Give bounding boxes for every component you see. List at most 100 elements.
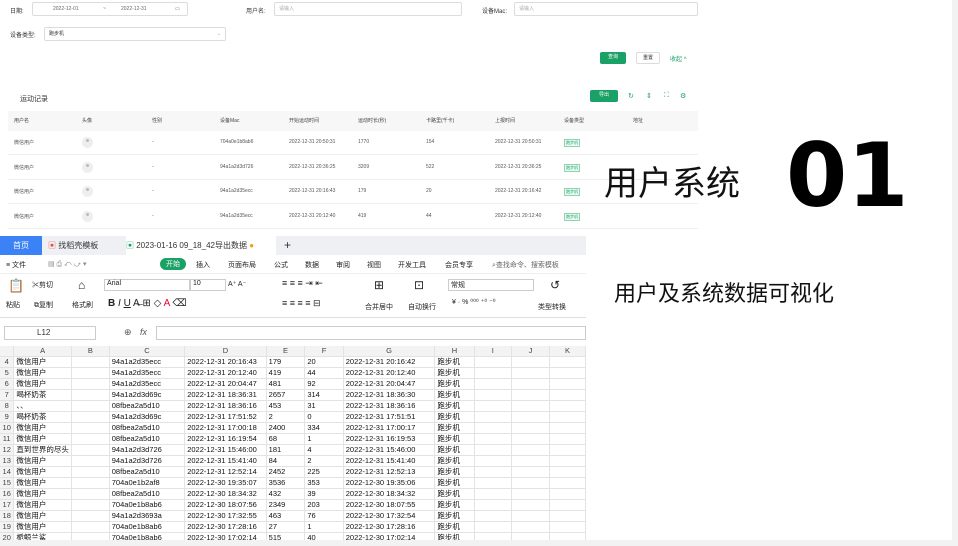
sheet-cell[interactable]: 68 [265,433,306,445]
sheet-cell[interactable]: 94a1a2d35ecc [109,378,186,390]
sheet-cell[interactable] [71,488,110,500]
sheet-cell[interactable] [511,389,550,401]
type-convert-button[interactable]: 类型转换 [538,302,566,312]
sheet-cell[interactable] [511,510,550,522]
sheet-cell[interactable]: 跑步机 [434,367,475,379]
sheet-cell[interactable] [549,400,586,412]
sheet-cell[interactable] [474,466,513,478]
align-top-icons[interactable]: ≡ ≡ ≡ ⇥ ⇤ [282,278,323,289]
sheet-cell[interactable]: 跑步机 [434,389,475,401]
sheet-cell[interactable]: 2022-12-30 18:07:55 [343,499,436,511]
sheet-cell[interactable] [71,532,110,540]
sheet-cell[interactable]: 20 [304,356,344,368]
sheet-cell[interactable]: 2022-12-30 19:35:06 [343,477,436,489]
sheet-cell[interactable]: 跑步机 [434,400,475,412]
sheet-cell[interactable]: 08fbea2a5d10 [109,422,186,434]
wrap-icon[interactable]: ⊡ [414,278,424,292]
sheet-cell[interactable] [511,499,550,511]
sheet-cell[interactable] [474,521,513,533]
sheet-cell[interactable]: 2022-12-31 17:51:51 [343,411,436,423]
sheet-cell[interactable]: 2022-12-31 15:46:00 [184,444,267,456]
sheet-cell[interactable] [474,488,513,500]
row-number[interactable]: 4 [0,356,15,368]
row-number[interactable]: 5 [0,367,15,379]
sheet-cell[interactable]: 跑步机 [434,433,475,445]
row-number[interactable]: 12 [0,444,15,456]
paste-icon[interactable]: 📋 [8,278,24,294]
menu-developer[interactable]: 开发工具 [398,260,426,270]
sheet-cell[interactable]: 2022-12-31 12:52:13 [343,466,436,478]
font-style-icons[interactable]: B I U A̶ ⊞ ◇ A ⌫ [108,298,187,309]
sheet-cell[interactable]: 463 [265,510,306,522]
menu-page-layout[interactable]: 页面布局 [228,260,256,270]
row-number[interactable]: 7 [0,389,15,401]
sheet-cell[interactable]: 2022-12-31 20:12:40 [184,367,267,379]
menu-insert[interactable]: 插入 [196,260,210,270]
sheet-cell[interactable] [549,389,586,401]
menu-member[interactable]: 会员专享 [445,260,473,270]
sheet-cell[interactable]: 跑步机 [434,356,475,368]
sheet-cell[interactable]: 39 [304,488,344,500]
select-all-corner[interactable] [0,346,15,357]
sheet-cell[interactable]: 喝杯奶茶 [13,389,72,401]
row-number[interactable]: 18 [0,510,15,522]
sheet-cell[interactable]: 704a0e1b8ab6 [109,532,186,540]
quick-toolbar-icons[interactable]: ▤ ⎙ ⤺ ⤻ ▾ [48,260,86,269]
sheet-cell[interactable]: 1 [304,433,344,445]
sheet-cell[interactable]: 微信用户 [13,433,72,445]
sheet-cell[interactable] [511,455,550,467]
sheet-cell[interactable]: 2022-12-31 16:19:54 [184,433,267,445]
sheet-cell[interactable] [511,356,550,368]
sheet-cell[interactable] [549,356,586,368]
sheet-cell[interactable]: 2022-12-31 15:41:40 [184,455,267,467]
sheet-cell[interactable] [511,433,550,445]
sheet-cell[interactable]: 94a1a2d3d726 [109,444,186,456]
sheet-cell[interactable]: 2022-12-30 18:07:56 [184,499,267,511]
sheet-cell[interactable] [549,466,586,478]
refresh-icon[interactable]: ↻ [628,92,634,100]
sheet-cell[interactable]: 栀鲸兰鲨 [13,532,72,540]
sheet-cell[interactable] [474,400,513,412]
row-number[interactable]: 20 [0,532,15,540]
sheet-cell[interactable] [511,521,550,533]
sheet-cell[interactable]: 08fbea2a5d10 [109,488,186,500]
sheet-cell[interactable]: 2022-12-30 17:28:16 [184,521,267,533]
sheet-cell[interactable]: 2022-12-31 20:04:47 [343,378,436,390]
sheet-cell[interactable] [71,521,110,533]
sheet-cell[interactable]: 2022-12-30 17:32:54 [343,510,436,522]
sheet-cell[interactable] [549,367,586,379]
row-number[interactable]: 19 [0,521,15,533]
sheet-cell[interactable] [474,532,513,540]
column-header[interactable]: D [184,346,267,357]
cut-button[interactable]: ✂剪切 [32,280,53,290]
sheet-cell[interactable]: 31 [304,400,344,412]
row-number[interactable]: 15 [0,477,15,489]
query-button[interactable]: 查询 [600,52,626,64]
sheet-cell[interactable]: 跑步机 [434,455,475,467]
menu-data[interactable]: 数据 [305,260,319,270]
sheet-cell[interactable]: 2022-12-31 12:52:14 [184,466,267,478]
sheet-cell[interactable] [511,367,550,379]
menu-start[interactable]: 开始 [160,258,186,270]
sheet-cell[interactable]: 微信用户 [13,378,72,390]
sheet-cell[interactable]: 334 [304,422,344,434]
sheet-cell[interactable]: 跑步机 [434,521,475,533]
date-range-picker[interactable]: 2022-12-01 ~ 2022-12-31 ▭ [32,2,188,16]
sheet-cell[interactable]: 2 [265,411,306,423]
user-input[interactable]: 请输入 [274,2,462,16]
sheet-cell[interactable]: 2022-12-30 17:28:16 [343,521,436,533]
sheet-cell[interactable]: 2022-12-31 17:51:52 [184,411,267,423]
sheet-cell[interactable]: 2022-12-30 17:32:55 [184,510,267,522]
column-header[interactable]: C [109,346,186,357]
sheet-cell[interactable]: 432 [265,488,306,500]
sheet-cell[interactable] [511,378,550,390]
new-tab-plus-icon[interactable]: + [284,236,298,255]
column-header[interactable]: F [304,346,344,357]
sheet-cell[interactable]: 2022-12-31 15:41:40 [343,455,436,467]
sheet-cell[interactable]: 跑步机 [434,510,475,522]
sheet-cell[interactable] [511,400,550,412]
sheet-cell[interactable]: 453 [265,400,306,412]
sheet-cell[interactable] [71,411,110,423]
collapse-link[interactable]: 收起 ^ [670,54,687,63]
sheet-cell[interactable]: 2022-12-31 18:36:16 [343,400,436,412]
